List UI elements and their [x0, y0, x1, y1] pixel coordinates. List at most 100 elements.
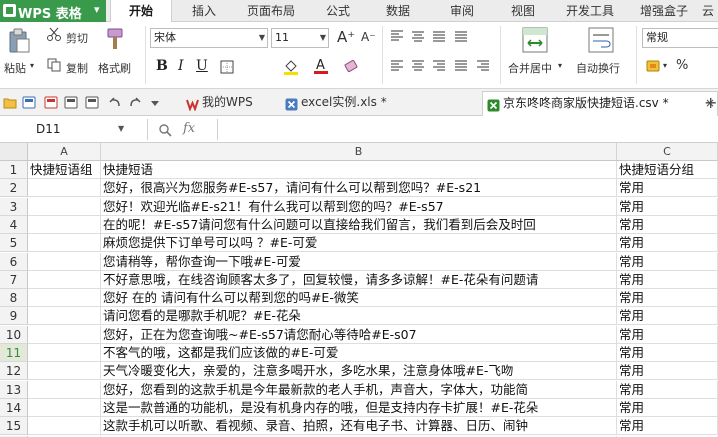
- wps-app-menu[interactable]: WPS 表格 ▾: [0, 0, 106, 22]
- format-painter-button[interactable]: 格式刷: [98, 60, 131, 76]
- row-header[interactable]: 14: [0, 398, 28, 417]
- cell[interactable]: [28, 179, 101, 198]
- menu-tab-4[interactable]: 数据: [376, 0, 420, 22]
- cell[interactable]: [28, 307, 101, 326]
- row-header[interactable]: 1: [0, 161, 28, 179]
- cell[interactable]: [28, 362, 101, 381]
- cut-button[interactable]: 剪切: [66, 30, 88, 46]
- increase-font-size-icon[interactable]: A⁺: [337, 28, 355, 46]
- align-right-icon[interactable]: [432, 59, 446, 73]
- cell[interactable]: 请问您看的是哪款手机呢？#E-花朵: [101, 307, 617, 326]
- row-header[interactable]: 15: [0, 417, 28, 436]
- document-tab-0[interactable]: 我的WPS: [182, 91, 272, 116]
- percent-button[interactable]: %: [676, 58, 688, 73]
- cell[interactable]: 天气冷暖变化大，亲爱的，注意多喝开水，多吃水果，注意身体哦#E-飞吻: [101, 362, 617, 381]
- align-bottom-icon[interactable]: [432, 30, 446, 44]
- cell[interactable]: 您好！欢迎光临#E-s21！有什么我可以帮到您的吗？#E-s57: [101, 197, 617, 216]
- cell[interactable]: 在的呢！#E-s57请问您有什么问题可以直接给我们留言，我们看到后会及时回: [101, 215, 617, 234]
- row-header[interactable]: 12: [0, 362, 28, 381]
- undo-icon[interactable]: [108, 96, 122, 109]
- formula-input[interactable]: [217, 119, 717, 140]
- cell[interactable]: 常用: [617, 234, 718, 253]
- cell[interactable]: [28, 215, 101, 234]
- row-header[interactable]: 4: [0, 215, 28, 234]
- cell[interactable]: 常用: [617, 344, 718, 362]
- zoom-icon[interactable]: [158, 123, 172, 137]
- copy-button[interactable]: 复制: [66, 60, 88, 76]
- cell[interactable]: [28, 417, 101, 436]
- fill-color-icon[interactable]: [283, 58, 299, 75]
- cell[interactable]: [28, 234, 101, 253]
- cell[interactable]: [28, 325, 101, 344]
- italic-button[interactable]: I: [178, 58, 184, 74]
- row-header[interactable]: 3: [0, 197, 28, 216]
- row-header[interactable]: 13: [0, 380, 28, 399]
- save-icon[interactable]: [22, 96, 36, 109]
- font-color-icon[interactable]: A: [313, 57, 329, 75]
- cell[interactable]: [28, 270, 101, 289]
- menu-tab-1[interactable]: 插入: [186, 0, 222, 22]
- document-tab-2[interactable]: 京东咚咚商家版快捷短语.csv * ×: [482, 91, 718, 116]
- bold-button[interactable]: B: [156, 58, 168, 74]
- align-top-icon[interactable]: [390, 29, 404, 43]
- cell[interactable]: 常用: [617, 270, 718, 289]
- paste-icon[interactable]: [7, 28, 31, 54]
- cell[interactable]: 麻烦您提供下订单号可以吗 ？#E-可爱: [101, 234, 617, 253]
- cell[interactable]: 常用: [617, 307, 718, 326]
- print-icon[interactable]: [64, 96, 78, 109]
- cell[interactable]: 常用: [617, 398, 718, 417]
- cell[interactable]: 常用: [617, 325, 718, 344]
- menu-tab-9[interactable]: 云: [698, 0, 718, 22]
- align-left-icon[interactable]: [390, 59, 404, 73]
- cell[interactable]: 这是一款普通的功能机，是没有机身内存的哦，但是支持内存卡扩展！#E-花朵: [101, 398, 617, 417]
- cell[interactable]: 常用: [617, 252, 718, 271]
- name-box-dropdown-icon[interactable]: ▼: [118, 124, 124, 133]
- cell[interactable]: 常用: [617, 289, 718, 308]
- cell[interactable]: 不客气的哦，这都是我们应该做的#E-可爱: [101, 344, 617, 362]
- paste-button[interactable]: 粘贴: [4, 60, 26, 76]
- merge-center-button[interactable]: 合并居中: [508, 60, 552, 76]
- column-header[interactable]: C: [617, 143, 718, 161]
- cell[interactable]: [28, 197, 101, 216]
- cell[interactable]: [28, 380, 101, 399]
- menu-tab-7[interactable]: 开发工具: [558, 0, 622, 22]
- cell[interactable]: 不好意思哦，在线咨询顾客太多了，回复较慢，请多多谅解！#E-花朵有问题请: [101, 270, 617, 289]
- underline-button[interactable]: U: [196, 58, 208, 74]
- print-preview-icon[interactable]: [85, 96, 99, 109]
- align-distributed-icon[interactable]: [454, 59, 468, 73]
- cell[interactable]: [28, 398, 101, 417]
- spreadsheet-grid[interactable]: A B C 1 快捷短语组 快捷短语 快捷短语分组 2 您好，很高兴为您服务#E-s57，请问有…: [0, 143, 718, 437]
- document-tab-1[interactable]: excel实例.xls *: [281, 91, 476, 116]
- currency-dropdown-icon[interactable]: ▾: [663, 61, 667, 70]
- cell[interactable]: 常用: [617, 215, 718, 234]
- menu-tab-8[interactable]: 增强盒子: [632, 0, 696, 22]
- new-tab-icon[interactable]: +: [704, 93, 717, 112]
- row-header[interactable]: 8: [0, 289, 28, 308]
- indent-icon[interactable]: [476, 59, 490, 73]
- cell[interactable]: [28, 344, 101, 362]
- row-header[interactable]: 2: [0, 179, 28, 198]
- redo-icon[interactable]: [128, 96, 142, 109]
- cell[interactable]: 您好，很高兴为您服务#E-s57，请问有什么可以帮到您吗？#E-s21: [101, 179, 617, 198]
- cell[interactable]: 您请稍等，帮你查询一下哦#E-可爱: [101, 252, 617, 271]
- align-justify-icon[interactable]: [454, 30, 468, 44]
- number-format-select[interactable]: 常规: [642, 28, 718, 48]
- cell[interactable]: [28, 252, 101, 271]
- row-header[interactable]: 7: [0, 270, 28, 289]
- row-header[interactable]: 9: [0, 307, 28, 326]
- cell[interactable]: 这款手机可以听歌、看视频、录音、拍照，还有电子书、计算器、日历、闹钟: [101, 417, 617, 436]
- menu-tab-6[interactable]: 视图: [500, 0, 546, 22]
- menu-tab-0[interactable]: 开始: [110, 0, 172, 23]
- insert-function-button[interactable]: fx: [183, 121, 195, 136]
- menu-tab-3[interactable]: 公式: [318, 0, 358, 22]
- wrap-text-button[interactable]: 自动换行: [576, 60, 620, 76]
- cell[interactable]: 常用: [617, 380, 718, 399]
- column-header[interactable]: A: [28, 143, 101, 161]
- cell[interactable]: 快捷短语分组: [617, 161, 718, 179]
- cell[interactable]: 常用: [617, 362, 718, 381]
- row-header[interactable]: 11: [0, 344, 28, 362]
- menu-tab-2[interactable]: 页面布局: [240, 0, 302, 22]
- cell[interactable]: 您好，您看到的这款手机是今年最新款的老人手机，声音大，字体大，功能简: [101, 380, 617, 399]
- align-center-icon[interactable]: [411, 59, 425, 73]
- cell[interactable]: 您好 在的 请问有什么可以帮到您的吗#E-微笑: [101, 289, 617, 308]
